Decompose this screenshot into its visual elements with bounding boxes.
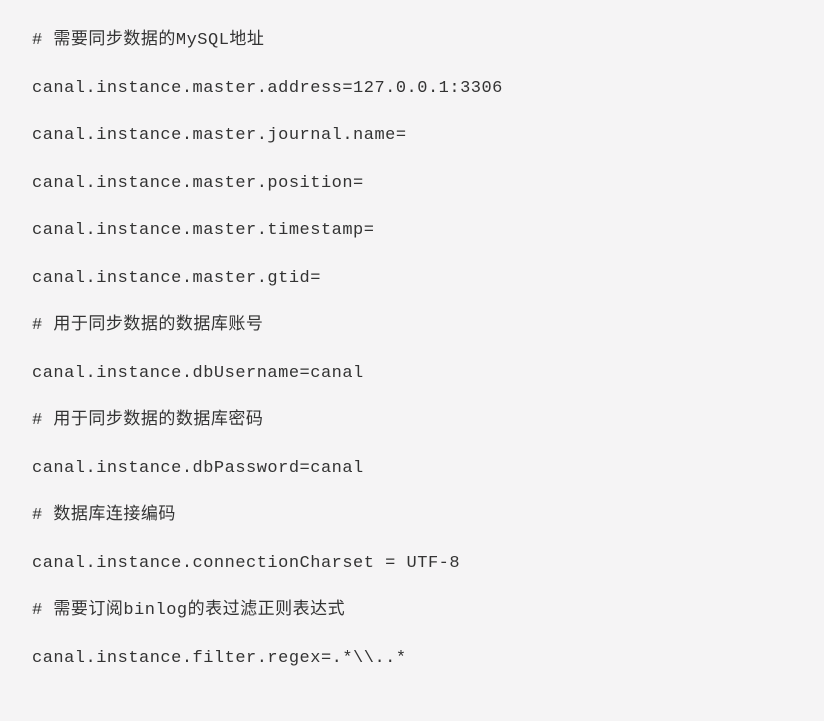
config-line: # 数据库连接编码 bbox=[32, 503, 792, 529]
config-line: # 用于同步数据的数据库密码 bbox=[32, 408, 792, 434]
config-line: canal.instance.master.journal.name= bbox=[32, 123, 792, 149]
config-line: canal.instance.connectionCharset = UTF-8 bbox=[32, 551, 792, 577]
config-line: # 需要订阅binlog的表过滤正则表达式 bbox=[32, 598, 792, 624]
config-line: # 用于同步数据的数据库账号 bbox=[32, 313, 792, 339]
config-line: canal.instance.dbPassword=canal bbox=[32, 456, 792, 482]
config-line: canal.instance.dbUsername=canal bbox=[32, 361, 792, 387]
config-line: # 需要同步数据的MySQL地址 bbox=[32, 28, 792, 54]
config-line: canal.instance.master.timestamp= bbox=[32, 218, 792, 244]
config-line: canal.instance.master.position= bbox=[32, 171, 792, 197]
config-line: canal.instance.filter.regex=.*\\..* bbox=[32, 646, 792, 672]
config-line: canal.instance.master.gtid= bbox=[32, 266, 792, 292]
config-line: canal.instance.master.address=127.0.0.1:… bbox=[32, 76, 792, 102]
